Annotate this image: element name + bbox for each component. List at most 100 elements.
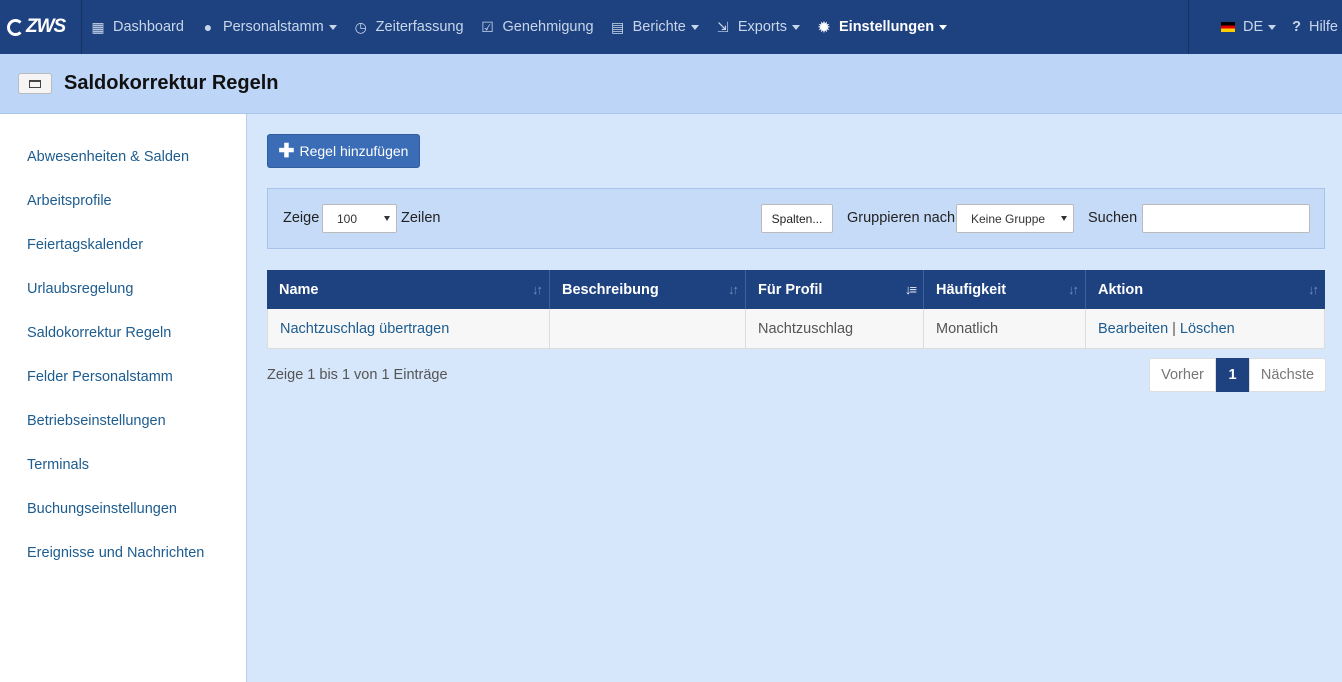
page-title: Saldokorrektur Regeln bbox=[64, 72, 279, 94]
logo[interactable]: ZWS bbox=[0, 0, 82, 54]
logo-text: ZWS bbox=[26, 16, 66, 37]
pagination: Vorher 1 Nächste bbox=[1149, 358, 1326, 392]
pagination-prev[interactable]: Vorher bbox=[1149, 358, 1216, 392]
column-header-name[interactable]: Name ↓↑ bbox=[267, 270, 550, 309]
table-header: Name ↓↑ Beschreibung ↓↑ Für Profil ↓≡ Hä… bbox=[267, 270, 1325, 309]
check-square-icon: ☑ bbox=[481, 18, 494, 35]
cell-profil: Nachtzuschlag bbox=[746, 309, 924, 348]
user-icon: ● bbox=[203, 19, 213, 35]
chevron-down-icon bbox=[690, 24, 699, 30]
pagination-next[interactable]: Nächste bbox=[1249, 358, 1326, 392]
nav-zeiterfassung-label: Zeiterfassung bbox=[375, 19, 464, 35]
sidebar-item-buchungseinstellungen[interactable]: Buchungseinstellungen bbox=[27, 501, 177, 517]
page-size-value: 100 bbox=[337, 211, 358, 226]
print-icon: ▤ bbox=[611, 18, 625, 35]
nav-personalstamm-label: Personalstamm bbox=[222, 19, 324, 35]
nav-einstellungen-label: Einstellungen bbox=[839, 19, 935, 35]
sidebar-item-saldokorrektur[interactable]: Saldokorrektur Regeln bbox=[27, 325, 171, 341]
nav-personalstamm[interactable]: ● Personalstamm bbox=[192, 0, 345, 54]
group-label: Gruppieren nach bbox=[847, 210, 956, 226]
add-rule-label: Regel hinzufügen bbox=[299, 143, 409, 159]
chevron-down-icon bbox=[1268, 24, 1277, 30]
help-label: Hilfe bbox=[1308, 19, 1338, 35]
column-header-label: Beschreibung bbox=[562, 281, 659, 298]
plus-icon: ✚ bbox=[278, 140, 295, 162]
search-label: Suchen bbox=[1088, 210, 1138, 226]
table-info: Zeige 1 bis 1 von 1 Einträge bbox=[267, 367, 448, 383]
add-rule-button[interactable]: ✚ Regel hinzufügen bbox=[267, 134, 420, 168]
question-icon: ? bbox=[1292, 19, 1301, 35]
column-header-beschreibung[interactable]: Beschreibung ↓↑ bbox=[550, 270, 746, 309]
nav-dashboard[interactable]: ▦ Dashboard bbox=[82, 0, 192, 54]
nav-exports[interactable]: ⇲ Exports bbox=[707, 0, 808, 54]
german-flag-icon bbox=[1220, 22, 1235, 32]
nav-genehmigung-label: Genehmigung bbox=[502, 19, 594, 35]
table-row: Nachtzuschlag übertragen Nachtzuschlag M… bbox=[267, 309, 1325, 349]
gear-icon: ✹ bbox=[818, 18, 830, 35]
column-header-profil[interactable]: Für Profil ↓≡ bbox=[746, 270, 924, 309]
sort-desc-icon: ↓≡ bbox=[904, 282, 917, 297]
nav-dashboard-label: Dashboard bbox=[113, 19, 184, 35]
sort-icon: ↓↑ bbox=[728, 282, 739, 297]
sidebar-item-abwesenheiten[interactable]: Abwesenheiten & Salden bbox=[27, 149, 189, 165]
grid-icon: ▦ bbox=[91, 18, 105, 35]
main-content: ✚ Regel hinzufügen Zeige 100 Zeilen Spal… bbox=[247, 114, 1342, 682]
pagination-page[interactable]: 1 bbox=[1216, 358, 1249, 392]
cell-name: Nachtzuschlag übertragen bbox=[268, 309, 550, 348]
nav-berichte-label: Berichte bbox=[632, 19, 686, 35]
action-separator: | bbox=[1172, 320, 1176, 337]
sidebar-item-ereignisse[interactable]: Ereignisse und Nachrichten bbox=[27, 545, 204, 561]
column-header-label: Für Profil bbox=[758, 281, 823, 298]
language-label: DE bbox=[1242, 19, 1264, 35]
nav-zeiterfassung[interactable]: ◷ Zeiterfassung bbox=[345, 0, 472, 54]
logo-mark-icon bbox=[7, 18, 24, 36]
group-value: Keine Gruppe bbox=[971, 211, 1046, 226]
column-header-label: Häufigkeit bbox=[936, 281, 1007, 298]
sidebar-item-felder-personalstamm[interactable]: Felder Personalstamm bbox=[27, 369, 173, 385]
panel-icon bbox=[29, 79, 41, 88]
page-header: Saldokorrektur Regeln bbox=[0, 54, 1342, 114]
column-header-label: Name bbox=[279, 281, 319, 298]
columns-button[interactable]: Spalten... bbox=[761, 204, 833, 233]
sidebar-item-feiertagskalender[interactable]: Feiertagskalender bbox=[27, 237, 143, 253]
help-link[interactable]: ? Hilfe bbox=[1284, 0, 1342, 54]
rules-table: Name ↓↑ Beschreibung ↓↑ Für Profil ↓≡ Hä… bbox=[267, 270, 1325, 349]
show-label: Zeige bbox=[283, 210, 320, 226]
sidebar-item-terminals[interactable]: Terminals bbox=[27, 457, 89, 473]
sort-icon: ↓↑ bbox=[1308, 282, 1319, 297]
chevron-down-icon bbox=[1061, 216, 1067, 221]
filter-bar: Zeige 100 Zeilen Spalten... Gruppieren n… bbox=[267, 188, 1325, 249]
nav-berichte[interactable]: ▤ Berichte bbox=[602, 0, 707, 54]
language-selector[interactable]: DE bbox=[1213, 0, 1284, 54]
page-size-select[interactable]: 100 bbox=[322, 204, 397, 233]
column-header-aktion[interactable]: Aktion ↓↑ bbox=[1086, 270, 1325, 309]
top-navbar: ZWS ▦ Dashboard ● Personalstamm ◷ Zeiter… bbox=[0, 0, 1342, 54]
rule-name-link[interactable]: Nachtzuschlag übertragen bbox=[280, 321, 449, 337]
cell-haeufigkeit: Monatlich bbox=[924, 309, 1086, 348]
group-select[interactable]: Keine Gruppe bbox=[956, 204, 1074, 233]
cell-aktion: Bearbeiten | Löschen bbox=[1086, 309, 1324, 348]
sort-icon: ↓↑ bbox=[1068, 282, 1079, 297]
nav-einstellungen[interactable]: ✹ Einstellungen bbox=[808, 0, 955, 54]
chevron-down-icon bbox=[939, 24, 948, 30]
chevron-down-icon bbox=[384, 216, 390, 221]
delete-link[interactable]: Löschen bbox=[1180, 321, 1235, 337]
sidebar-item-arbeitsprofile[interactable]: Arbeitsprofile bbox=[27, 193, 112, 209]
cell-beschreibung bbox=[550, 309, 746, 348]
sidebar: Abwesenheiten & Salden Arbeitsprofile Fe… bbox=[0, 114, 247, 682]
export-icon: ⇲ bbox=[716, 18, 729, 35]
sort-icon: ↓↑ bbox=[532, 282, 543, 297]
sidebar-item-urlaubsregelung[interactable]: Urlaubsregelung bbox=[27, 281, 133, 297]
edit-link[interactable]: Bearbeiten bbox=[1098, 321, 1168, 337]
chevron-down-icon bbox=[792, 24, 800, 30]
chevron-down-icon bbox=[328, 24, 337, 30]
nav-exports-label: Exports bbox=[737, 19, 787, 35]
nav-genehmigung[interactable]: ☑ Genehmigung bbox=[472, 0, 602, 54]
column-header-haeufigkeit[interactable]: Häufigkeit ↓↑ bbox=[924, 270, 1086, 309]
sidebar-item-betriebseinstellungen[interactable]: Betriebseinstellungen bbox=[27, 413, 166, 429]
sidebar-toggle-button[interactable] bbox=[18, 73, 52, 94]
nav-right: DE ? Hilfe bbox=[1187, 0, 1342, 54]
rows-label: Zeilen bbox=[401, 210, 441, 226]
search-input[interactable] bbox=[1142, 204, 1310, 233]
clock-icon: ◷ bbox=[354, 18, 367, 35]
